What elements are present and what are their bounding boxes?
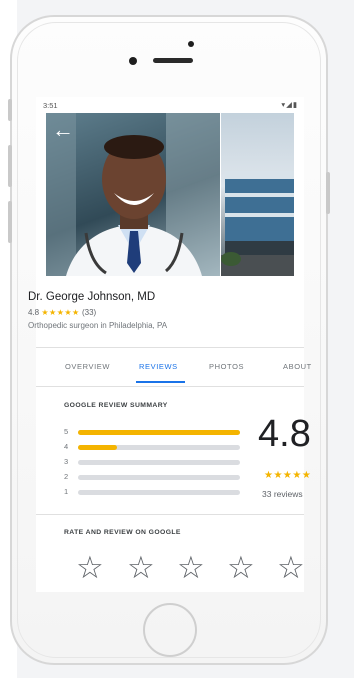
average-stars-icon: ★★★★★	[264, 470, 312, 481]
histogram-star-label: 2	[64, 472, 69, 481]
active-tab-indicator	[136, 381, 185, 383]
clinic-building-photo[interactable]	[221, 113, 294, 276]
histogram-bar-track	[78, 445, 240, 450]
rate-star-4-icon[interactable]: ☆	[227, 552, 255, 584]
rating-count: (33)	[81, 308, 97, 317]
tab-about[interactable]: ABOUT	[283, 362, 312, 371]
divider	[36, 514, 304, 515]
rate-star-3-icon[interactable]: ☆	[177, 552, 205, 584]
histogram-bar-track	[78, 475, 240, 480]
histogram-bar-track	[78, 490, 240, 495]
divider	[36, 386, 304, 387]
rating-summary: 4.8 ★★★★★ (33)	[28, 308, 96, 317]
review-count[interactable]: 33 reviews	[262, 489, 303, 499]
tab-photos[interactable]: PHOTOS	[209, 362, 244, 371]
histogram-bar-fill	[78, 430, 240, 435]
front-sensor	[188, 41, 194, 47]
status-icons: ▾◢▮	[281, 100, 298, 109]
front-camera	[129, 57, 137, 65]
rate-review-title: RATE AND REVIEW ON GOOGLE	[64, 529, 181, 536]
tab-overview[interactable]: OVERVIEW	[65, 362, 110, 371]
rate-star-5-icon[interactable]: ☆	[277, 552, 305, 584]
review-summary-title: GOOGLE REVIEW SUMMARY	[64, 402, 168, 409]
doctor-specialty: Orthopedic surgeon in Philadelphia, PA	[28, 321, 168, 330]
histogram-star-label: 1	[64, 487, 69, 496]
histogram-star-label: 3	[64, 457, 69, 466]
tab-reviews[interactable]: REVIEWS	[139, 362, 178, 371]
header-photos: ←	[46, 113, 294, 276]
rating-stars-icon: ★★★★★	[41, 308, 80, 317]
back-arrow-icon[interactable]: ←	[52, 119, 74, 141]
status-time: 3:51	[43, 101, 58, 110]
rating-value: 4.8	[28, 308, 40, 317]
earpiece-speaker	[153, 58, 193, 63]
rate-star-1-icon[interactable]: ☆	[76, 552, 104, 584]
divider	[36, 347, 304, 348]
home-button[interactable]	[143, 603, 197, 657]
volume-down-button	[8, 201, 12, 243]
power-button	[326, 172, 330, 214]
volume-up-button	[8, 145, 12, 187]
histogram-bar-track	[78, 460, 240, 465]
doctor-name: Dr. George Johnson, MD	[28, 291, 156, 303]
average-rating: 4.8	[258, 413, 311, 455]
app-screen: 3:51 ▾◢▮ ←	[36, 97, 304, 592]
histogram-bar-track	[78, 430, 240, 435]
histogram-star-label: 5	[64, 427, 69, 436]
mute-switch	[8, 99, 12, 121]
rate-star-2-icon[interactable]: ☆	[127, 552, 155, 584]
histogram-star-label: 4	[64, 442, 69, 451]
histogram-bar-fill	[78, 445, 117, 450]
status-bar: 3:51 ▾◢▮	[36, 97, 304, 113]
tab-bar: OVERVIEW REVIEWS PHOTOS ABOUT	[36, 354, 311, 384]
